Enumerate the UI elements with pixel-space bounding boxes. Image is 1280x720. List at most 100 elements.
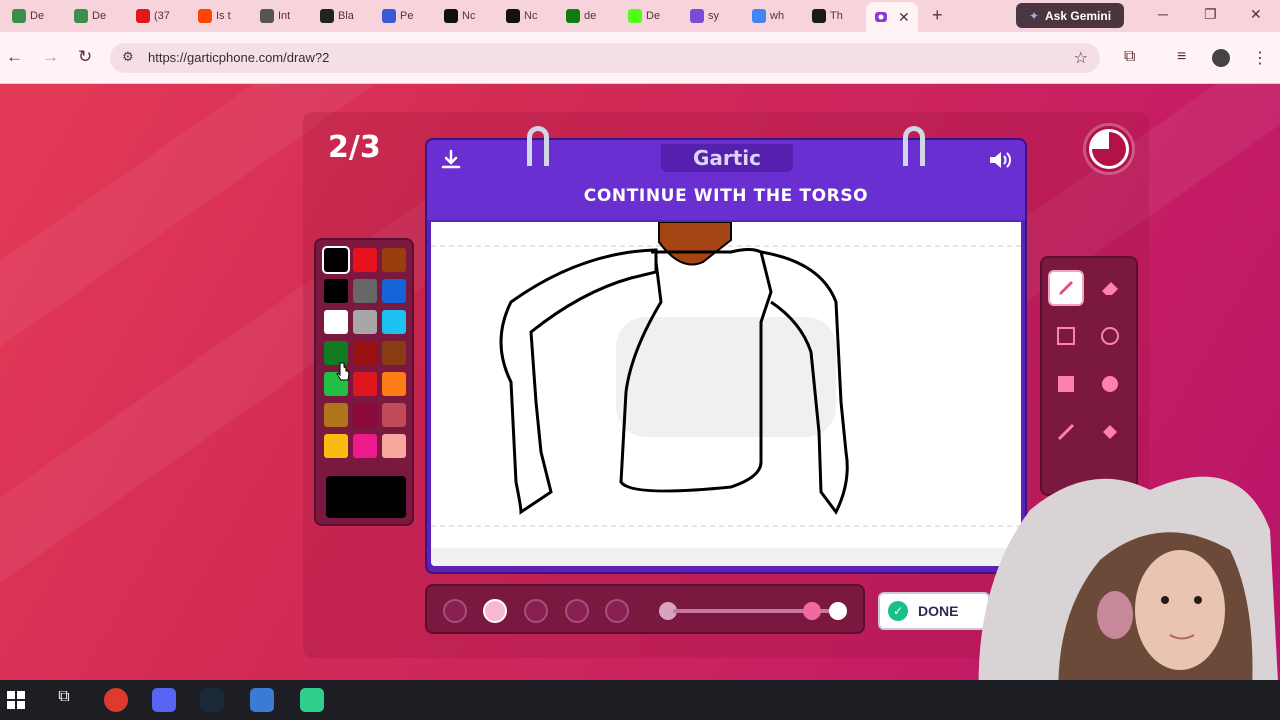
profile-avatar[interactable] xyxy=(1212,49,1230,67)
reload-icon[interactable]: ↻ xyxy=(78,47,92,67)
url-text: https://garticphone.com/draw?2 xyxy=(148,50,330,65)
terminal-icon xyxy=(812,9,826,23)
color-swatch[interactable] xyxy=(353,372,377,396)
color-swatch[interactable] xyxy=(382,372,406,396)
x-icon xyxy=(506,9,520,23)
site-info-icon[interactable]: ⚙ xyxy=(122,49,134,65)
notebook-ring xyxy=(527,126,549,166)
download-icon[interactable] xyxy=(439,148,463,172)
circle-fill-icon[interactable] xyxy=(1092,366,1128,402)
back-icon[interactable]: ← xyxy=(6,47,23,67)
bookmark-star-icon[interactable]: ☆ xyxy=(1074,48,1088,68)
browser-tab[interactable]: de xyxy=(566,4,596,28)
address-bar[interactable]: ⚙ https://garticphone.com/draw?2 ☆ xyxy=(110,43,1100,73)
color-swatch[interactable] xyxy=(324,279,348,303)
fill-bucket-icon[interactable] xyxy=(1092,414,1128,450)
rectangle-outline-icon[interactable] xyxy=(1048,318,1084,354)
roblox-icon[interactable] xyxy=(250,688,274,712)
browser-tab-strip: De De (37 Is t Int Bla Pe Nc Nc de De sy wh Th ✕ + ✦ … xyxy=(0,0,1280,32)
tab-label: Pe xyxy=(400,10,414,22)
windows-start-icon[interactable] xyxy=(4,688,28,712)
media-controls-icon[interactable]: ≡ xyxy=(1177,48,1186,66)
tab-gartic-active[interactable]: ✕ xyxy=(866,2,918,32)
browser-tab[interactable]: Int xyxy=(260,4,290,28)
reddit-icon xyxy=(198,9,212,23)
color-swatch[interactable] xyxy=(324,403,348,427)
round-counter: 2/3 xyxy=(328,130,381,165)
color-swatch[interactable] xyxy=(353,403,377,427)
chrome-icon[interactable] xyxy=(104,688,128,712)
pencil-icon[interactable] xyxy=(1048,270,1084,306)
x-icon xyxy=(444,9,458,23)
gartic-icon xyxy=(875,12,887,22)
drive-icon xyxy=(74,9,88,23)
color-swatch[interactable] xyxy=(324,434,348,458)
new-tab-button[interactable]: + xyxy=(932,5,943,26)
drawing-notebook: Gartic CONTINUE WITH THE TORSO xyxy=(425,126,1027,574)
browser-tab[interactable]: Pe xyxy=(382,4,413,28)
color-swatch[interactable] xyxy=(353,341,377,365)
peace-icon xyxy=(690,9,704,23)
color-swatch[interactable] xyxy=(353,434,377,458)
tab-label: wh xyxy=(770,10,785,22)
forward-icon[interactable]: → xyxy=(42,47,59,67)
tool-panel xyxy=(1040,256,1138,496)
color-swatch[interactable] xyxy=(353,248,377,272)
browser-tab[interactable]: wh xyxy=(752,4,784,28)
gartic-logo: Gartic xyxy=(661,144,793,172)
color-swatch[interactable] xyxy=(382,248,406,272)
color-swatch[interactable] xyxy=(324,310,348,334)
notebook-header: Gartic CONTINUE WITH THE TORSO xyxy=(427,126,1025,220)
color-swatch[interactable] xyxy=(353,279,377,303)
extensions-icon[interactable]: ⧉ xyxy=(1124,48,1135,66)
steam-icon[interactable] xyxy=(200,688,224,712)
windows-taskbar: ⧉ xyxy=(0,680,1280,720)
tab-label: Th xyxy=(830,10,843,22)
discord-icon[interactable] xyxy=(152,688,176,712)
close-window-icon[interactable]: ✕ xyxy=(1250,6,1262,23)
sound-icon[interactable] xyxy=(987,148,1013,172)
drawing-canvas[interactable] xyxy=(431,222,1021,566)
kick-icon xyxy=(628,9,642,23)
restore-icon[interactable]: ❐ xyxy=(1204,6,1217,23)
browser-tab[interactable]: Nc xyxy=(506,4,537,28)
color-swatch[interactable] xyxy=(382,279,406,303)
brush-size-1[interactable] xyxy=(443,599,467,623)
brush-size-4[interactable] xyxy=(565,599,589,623)
task-view-icon[interactable]: ⧉ xyxy=(52,688,76,712)
browser-tab[interactable]: De xyxy=(628,4,660,28)
minimize-icon[interactable]: ─ xyxy=(1158,6,1168,22)
color-swatch[interactable] xyxy=(382,341,406,365)
browser-tab[interactable]: Bla xyxy=(320,4,354,28)
browser-tab[interactable]: De xyxy=(12,4,44,28)
drawing-svg xyxy=(431,222,1021,566)
brush-size-3[interactable] xyxy=(524,599,548,623)
menu-dots-icon[interactable]: ⋮ xyxy=(1252,48,1268,68)
canvas-footer xyxy=(431,548,1021,566)
check-icon: ✓ xyxy=(888,601,908,621)
color-swatch[interactable] xyxy=(324,248,348,272)
color-swatch[interactable] xyxy=(382,310,406,334)
close-tab-icon[interactable]: ✕ xyxy=(898,9,910,26)
color-swatch[interactable] xyxy=(353,310,377,334)
ask-gemini-button[interactable]: ✦ Ask Gemini xyxy=(1016,3,1124,28)
line-icon[interactable] xyxy=(1048,414,1084,450)
browser-tab[interactable]: Nc xyxy=(444,4,475,28)
browser-tab[interactable]: Is t xyxy=(198,4,231,28)
brush-size-5[interactable] xyxy=(605,599,629,623)
tab-label: De xyxy=(646,10,661,22)
browser-tab[interactable]: (37 xyxy=(136,4,170,28)
google-icon xyxy=(752,9,766,23)
android-icon[interactable] xyxy=(300,688,324,712)
eraser-icon[interactable] xyxy=(1092,270,1128,306)
browser-tab[interactable]: De xyxy=(74,4,106,28)
opacity-slider-knob[interactable] xyxy=(803,602,821,620)
browser-tab[interactable]: Th xyxy=(812,4,843,28)
browser-tab[interactable]: sy xyxy=(690,4,719,28)
color-swatch[interactable] xyxy=(382,434,406,458)
circle-outline-icon[interactable] xyxy=(1092,318,1128,354)
rectangle-fill-icon[interactable] xyxy=(1048,366,1084,402)
ask-gemini-label: Ask Gemini xyxy=(1045,8,1112,23)
brush-size-2[interactable] xyxy=(483,599,507,623)
color-swatch[interactable] xyxy=(382,403,406,427)
